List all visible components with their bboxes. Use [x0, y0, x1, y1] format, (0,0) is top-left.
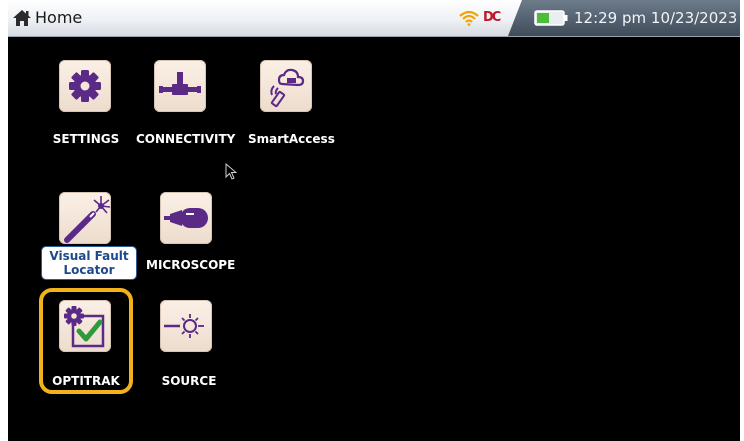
mouse-cursor-icon	[225, 163, 237, 180]
app-optitrak[interactable]: OPTITRAK	[43, 292, 129, 390]
wifi-icon	[459, 10, 479, 26]
app-smartaccess[interactable]: SmartAccess	[244, 58, 335, 150]
network-connector-icon	[159, 72, 201, 95]
source-tile[interactable]	[160, 300, 212, 352]
app-label-connectivity: CONNECTIVITY	[136, 132, 236, 146]
app-source[interactable]: SOURCE	[144, 292, 234, 390]
app-microscope[interactable]: MICROSCOPE	[144, 188, 236, 280]
microscope-tile[interactable]	[160, 192, 212, 244]
status-bar: Home DC 12:29 pm 10/23/2023	[8, 0, 740, 37]
app-settings[interactable]: SETTINGS	[48, 58, 124, 150]
app-connectivity[interactable]: CONNECTIVITY	[132, 58, 236, 150]
optitrak-tile[interactable]	[59, 300, 111, 352]
connectivity-tile[interactable]	[154, 60, 206, 112]
vfl-label-line1: Visual Fault	[49, 249, 129, 263]
app-label-optitrak: OPTITRAK	[52, 374, 120, 388]
cloud-remote-icon	[270, 68, 305, 108]
app-label-settings: SETTINGS	[52, 132, 120, 146]
app-label-microscope: MICROSCOPE	[146, 258, 236, 272]
home-icon[interactable]	[12, 9, 32, 27]
vfl-tile[interactable]	[59, 192, 111, 244]
gear-checkbox-icon	[64, 306, 105, 348]
battery-icon	[534, 10, 568, 26]
dc-power-icon: DC	[483, 10, 501, 25]
home-screen: Home DC 12:29 pm 10/23/2023 SETTINGS CON…	[8, 0, 740, 441]
app-label-vfl: Visual Fault Locator	[41, 246, 137, 280]
settings-tile[interactable]	[59, 60, 111, 112]
fiber-probe-icon	[164, 208, 208, 228]
clock-text: 12:29 pm 10/23/2023	[574, 9, 738, 27]
gear-icon	[69, 70, 101, 102]
vfl-label-line2: Locator	[63, 263, 115, 277]
laser-pen-icon	[64, 196, 111, 243]
app-label-source: SOURCE	[161, 374, 217, 388]
page-title: Home	[35, 8, 83, 27]
app-visual-fault-locator[interactable]: Visual Fault Locator	[41, 188, 137, 280]
light-source-icon	[164, 314, 204, 338]
app-label-smartaccess: SmartAccess	[248, 132, 335, 146]
smartaccess-tile[interactable]	[260, 60, 312, 112]
